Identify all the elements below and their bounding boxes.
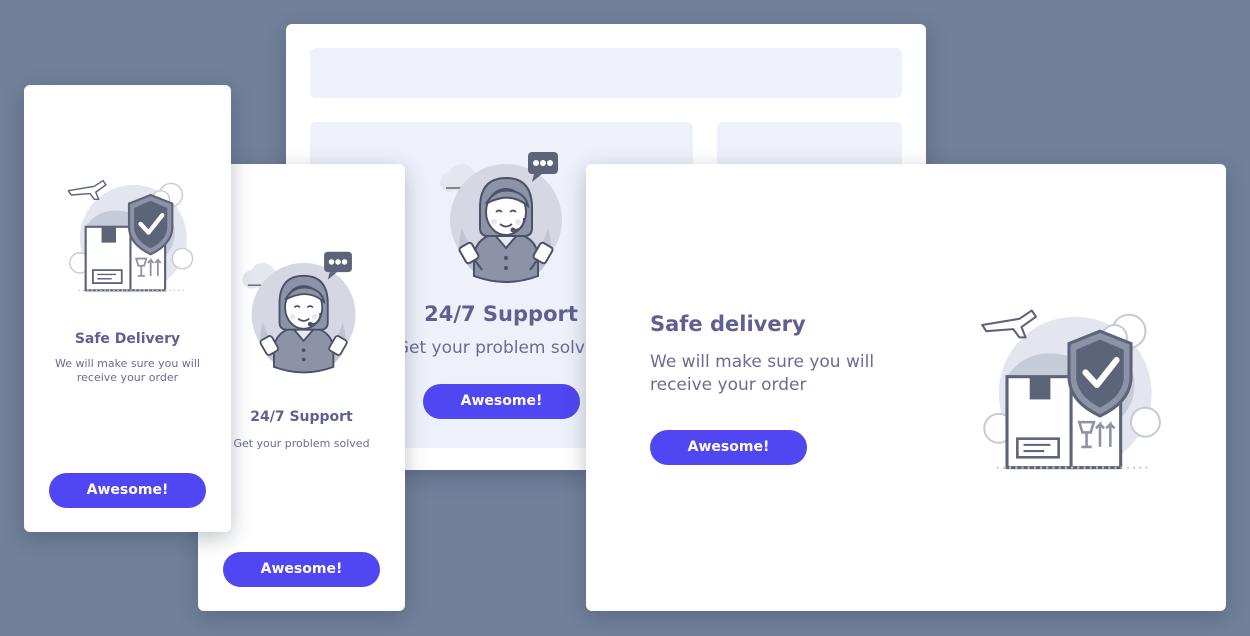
mobile-delivery-card: Safe Delivery We will make sure you will… [24, 85, 231, 532]
tablet-card-title: Safe delivery [650, 312, 806, 336]
tablet-awesome-button[interactable]: Awesome! [650, 430, 807, 465]
mobile-delivery-awesome-button[interactable]: Awesome! [49, 473, 206, 508]
support-agent-icon [242, 251, 356, 374]
mobile-delivery-title: Safe Delivery [74, 331, 181, 347]
support-agent-icon [440, 152, 562, 283]
desktop-card-description: Get your problem solved [395, 338, 607, 358]
box-shield-icon [67, 179, 194, 292]
box-shield-icon [981, 309, 1161, 470]
desktop-card-title: 24/7 Support [424, 302, 578, 326]
mobile-delivery-description-line2: receive your order [76, 371, 179, 384]
mobile-support-awesome-button[interactable]: Awesome! [223, 552, 380, 587]
tablet-description-line2: receive your order [650, 375, 807, 395]
header-placeholder [310, 48, 902, 98]
mobile-delivery-description-line1: We will make sure you will [55, 357, 200, 370]
tablet-delivery-card: Safe delivery We will make sure you will… [586, 164, 1226, 611]
desktop-awesome-button[interactable]: Awesome! [423, 384, 580, 419]
tablet-description-line1: We will make sure you will [650, 352, 875, 372]
